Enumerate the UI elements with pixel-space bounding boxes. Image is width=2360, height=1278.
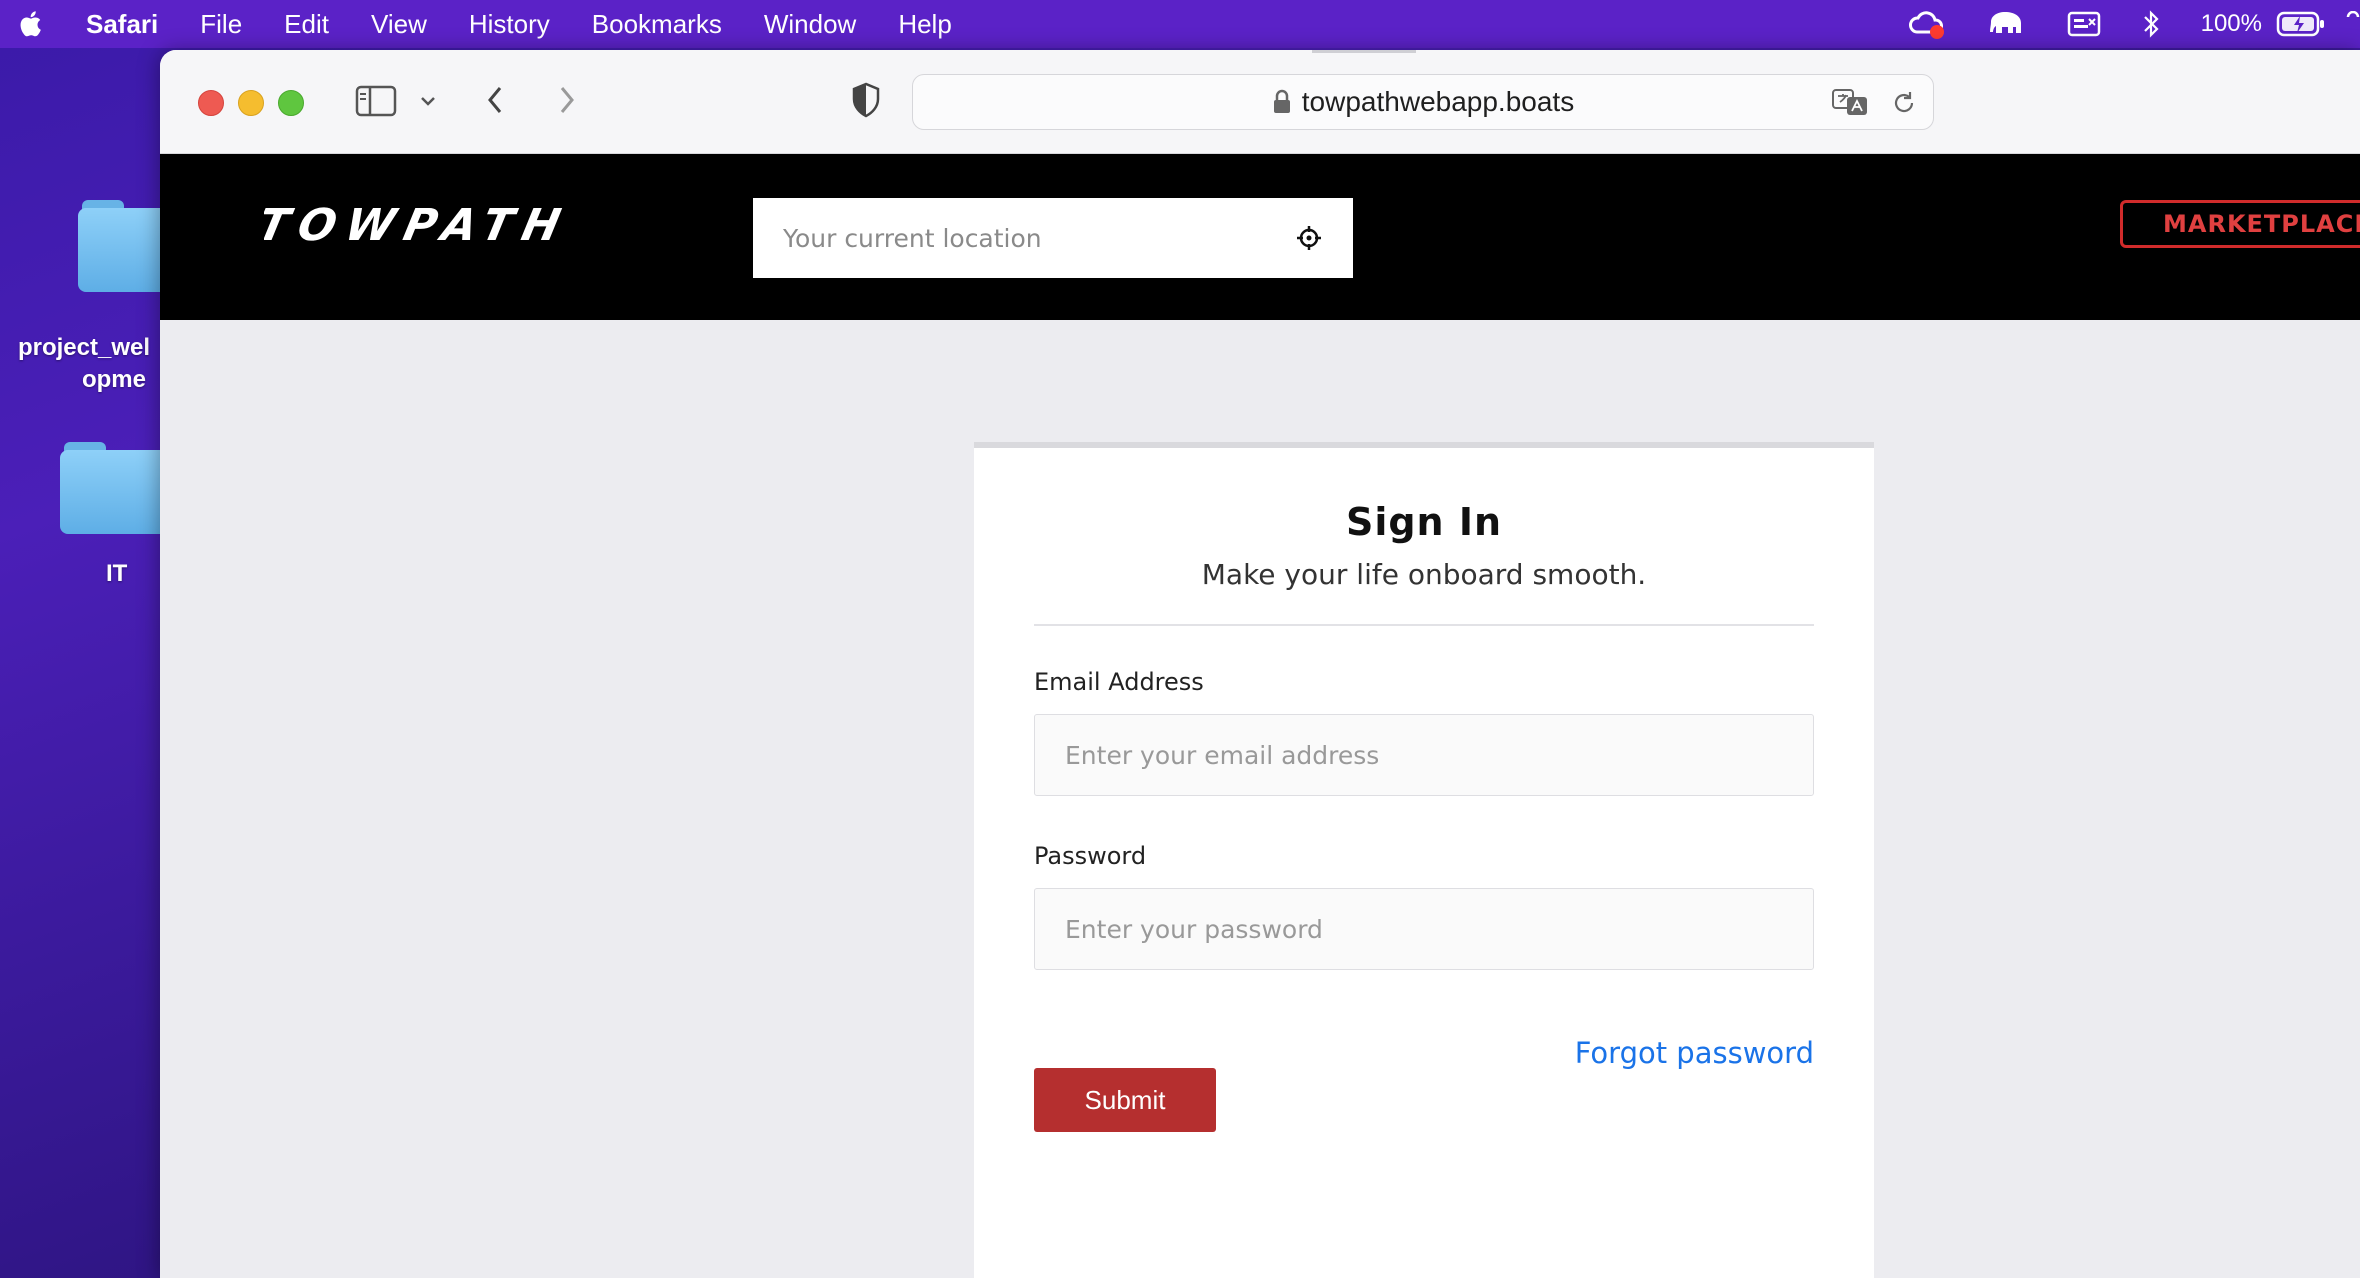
battery-icon[interactable] bbox=[2276, 11, 2326, 37]
address-bar[interactable]: towpathwebapp.boats bbox=[912, 74, 1934, 130]
folder-icon bbox=[60, 442, 170, 534]
signin-card: Sign In Make your life onboard smooth. E… bbox=[974, 442, 1874, 1278]
location-search bbox=[753, 198, 1353, 278]
privacy-shield-icon[interactable] bbox=[848, 80, 884, 120]
password-label: Password bbox=[1034, 842, 1147, 870]
creative-cloud-icon[interactable] bbox=[1907, 8, 1947, 40]
chevron-down-icon[interactable] bbox=[416, 88, 440, 114]
bluetooth-icon[interactable] bbox=[2141, 9, 2161, 39]
menu-history[interactable]: History bbox=[469, 9, 550, 40]
control-center-icon[interactable] bbox=[2346, 11, 2360, 37]
desktop-folder-label: IT bbox=[106, 560, 128, 587]
menu-app-safari[interactable]: Safari bbox=[86, 9, 158, 40]
forgot-password-link[interactable]: Forgot password bbox=[1575, 1036, 1814, 1070]
signin-title: Sign In bbox=[1345, 500, 1503, 544]
sidebar-toggle-icon[interactable] bbox=[354, 82, 398, 120]
menu-edit[interactable]: Edit bbox=[284, 9, 329, 40]
marketplace-button[interactable]: MARKETPLACE bbox=[2120, 200, 2360, 248]
minimize-window-button[interactable] bbox=[238, 90, 264, 116]
svg-text:TOWPATH: TOWPATH bbox=[264, 200, 575, 250]
menu-window[interactable]: Window bbox=[764, 9, 856, 40]
safari-window: towpathwebapp.boats TOWPATH MARKETPLACE … bbox=[160, 50, 2360, 1278]
battery-percent: 100% bbox=[2200, 10, 2262, 37]
elephant-icon[interactable] bbox=[1987, 8, 2027, 40]
reload-icon[interactable] bbox=[1891, 89, 1917, 117]
desktop-folder-label-line2: opme bbox=[81, 366, 146, 393]
translate-icon[interactable] bbox=[1831, 87, 1869, 117]
close-window-button[interactable] bbox=[198, 90, 224, 116]
menu-view[interactable]: View bbox=[371, 9, 427, 40]
display-menu-icon[interactable] bbox=[2067, 9, 2101, 39]
towpath-logo[interactable]: TOWPATH bbox=[253, 200, 664, 250]
location-input[interactable] bbox=[783, 223, 1263, 253]
url-text: towpathwebapp.boats bbox=[1301, 86, 1575, 117]
menu-bar: Safari File Edit View History Bookmarks … bbox=[0, 0, 2360, 48]
email-field[interactable] bbox=[1034, 714, 1814, 796]
password-field[interactable] bbox=[1034, 888, 1814, 970]
tab-indicator bbox=[1312, 50, 1416, 53]
desktop-folder-it[interactable]: IT bbox=[40, 442, 170, 590]
lock-icon bbox=[1272, 89, 1292, 115]
zoom-window-button[interactable] bbox=[278, 90, 304, 116]
menu-bookmarks[interactable]: Bookmarks bbox=[592, 9, 722, 40]
menu-help[interactable]: Help bbox=[898, 9, 951, 40]
divider bbox=[1034, 624, 1814, 626]
signin-subtitle: Make your life onboard smooth. bbox=[1201, 558, 1647, 591]
site-header: TOWPATH MARKETPLACE bbox=[160, 154, 2360, 320]
forward-button[interactable] bbox=[550, 80, 584, 120]
email-label: Email Address bbox=[1034, 668, 1204, 696]
desktop-folder-project[interactable]: project_wel opme bbox=[0, 200, 188, 396]
crosshair-icon[interactable] bbox=[1295, 224, 1323, 252]
submit-button[interactable]: Submit bbox=[1034, 1068, 1216, 1132]
menu-file[interactable]: File bbox=[200, 9, 242, 40]
apple-icon[interactable] bbox=[18, 9, 48, 39]
desktop-folder-label: project_wel bbox=[17, 334, 151, 361]
back-button[interactable] bbox=[478, 80, 512, 120]
browser-toolbar: towpathwebapp.boats bbox=[160, 50, 2360, 154]
